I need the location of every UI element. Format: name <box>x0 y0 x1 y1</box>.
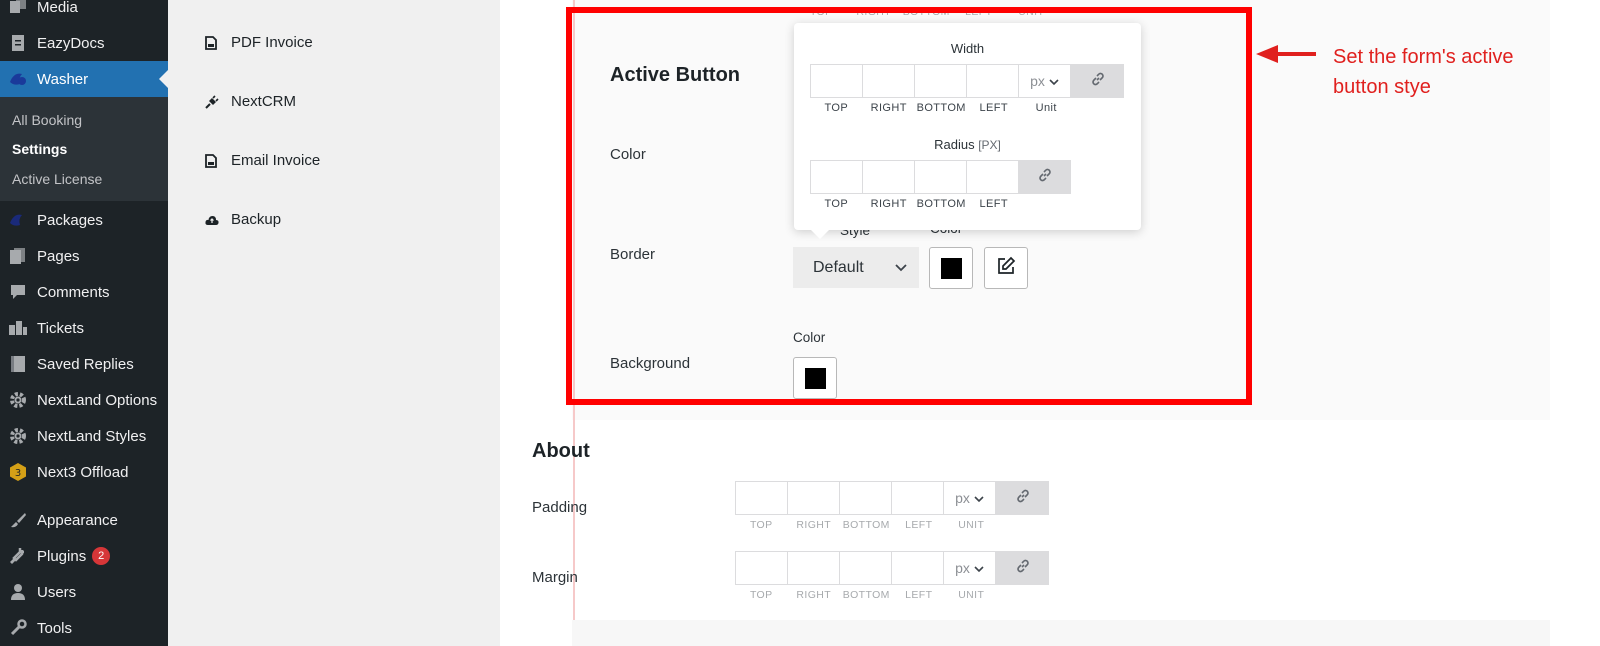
settings-nav-label: PDF Invoice <box>231 34 313 51</box>
tickets-icon <box>8 318 28 338</box>
submenu-settings[interactable]: Settings <box>12 141 67 157</box>
cloud-icon <box>205 214 219 226</box>
padding-field-labels: TOP RIGHT BOTTOM LEFT UNIT <box>749 519 985 531</box>
unit-value: px <box>955 490 970 506</box>
chevron-down-icon <box>974 490 984 506</box>
washer-icon <box>8 69 28 89</box>
next-card-edge <box>572 620 1550 646</box>
sidebar-item-nextland-styles[interactable]: NextLand Styles <box>0 418 168 454</box>
margin-field-labels: TOP RIGHT BOTTOM LEFT UNIT <box>749 589 985 601</box>
sidebar-item-saved-replies[interactable]: Saved Replies <box>0 346 168 382</box>
plugins-update-badge: 2 <box>92 547 111 565</box>
sidebar-item-nextland-options[interactable]: NextLand Options <box>0 382 168 418</box>
sidebar-item-tools[interactable]: Tools <box>0 610 168 646</box>
submenu-all-booking[interactable]: All Booking <box>12 112 82 128</box>
sidebar-item-tickets[interactable]: Tickets <box>0 310 168 346</box>
settings-nav-email-invoice[interactable]: Email Invoice <box>205 152 320 169</box>
padding-link-toggle[interactable] <box>996 481 1049 515</box>
sidebar-item-plugins[interactable]: Plugins 2 <box>0 538 168 574</box>
sidebar-item-label: Next3 Offload <box>37 463 129 481</box>
gear-icon <box>8 390 28 410</box>
margin-left-input[interactable] <box>891 551 944 585</box>
sidebar-item-label: Tickets <box>37 319 84 337</box>
padding-top-input[interactable] <box>735 481 788 515</box>
settings-nav-nextcrm[interactable]: NextCRM <box>205 93 296 110</box>
sidebar-item-users[interactable]: Users <box>0 574 168 610</box>
svg-text:3: 3 <box>15 468 21 479</box>
padding-label: Padding <box>532 499 588 516</box>
settings-nav-label: NextCRM <box>231 93 297 110</box>
plug-icon <box>205 94 219 109</box>
annotation-highlight-box <box>566 7 1252 405</box>
saved-replies-icon <box>8 354 28 374</box>
submenu-active-license[interactable]: Active License <box>12 171 102 187</box>
sidebar-item-label: Plugins <box>37 547 87 565</box>
section-title-about: About <box>532 440 590 462</box>
sidebar-item-media[interactable]: Media <box>0 0 168 25</box>
link-icon <box>1016 489 1030 508</box>
tools-icon <box>8 618 28 638</box>
margin-right-input[interactable] <box>787 551 840 585</box>
margin-link-toggle[interactable] <box>996 551 1049 585</box>
sidebar-item-label: Tools <box>37 619 73 637</box>
padding-unit-select[interactable]: px <box>943 481 996 515</box>
sidebar-item-pages[interactable]: Pages <box>0 238 168 274</box>
sidebar-item-label: Appearance <box>37 511 118 529</box>
washer-submenu: All Booking Settings Active License <box>0 97 168 201</box>
admin-sidebar: Media EazyDocs Washer All Booking Settin… <box>0 0 168 646</box>
sidebar-item-label: Media <box>37 0 78 16</box>
media-icon <box>8 0 28 17</box>
sidebar-item-label: EazyDocs <box>37 34 105 52</box>
margin-unit-select[interactable]: px <box>943 551 996 585</box>
sidebar-item-label: Comments <box>37 283 110 301</box>
pages-icon <box>8 246 28 266</box>
sidebar-item-eazydocs[interactable]: EazyDocs <box>0 25 168 61</box>
screen: Media EazyDocs Washer All Booking Settin… <box>0 0 1600 646</box>
margin-bottom-input[interactable] <box>839 551 892 585</box>
packages-icon <box>8 210 28 230</box>
next3-icon: 3 <box>8 462 28 482</box>
plugin-icon <box>8 546 28 566</box>
paintbrush-icon <box>8 510 28 530</box>
sidebar-item-packages[interactable]: Packages <box>0 202 168 238</box>
settings-nav-label: Email Invoice <box>231 152 321 169</box>
sidebar-item-label: Saved Replies <box>37 355 134 373</box>
settings-nav-backup[interactable]: Backup <box>205 211 281 228</box>
sidebar-item-label: Pages <box>37 247 80 265</box>
gear-icon <box>8 426 28 446</box>
margin-top-input[interactable] <box>735 551 788 585</box>
margin-label: Margin <box>532 569 578 586</box>
annotation-text: Set the form's active button stye <box>1333 46 1514 98</box>
link-icon <box>1016 559 1030 578</box>
unit-value: px <box>955 560 970 576</box>
sidebar-item-label: Packages <box>37 211 103 229</box>
settings-nav-label: Backup <box>231 211 282 228</box>
sidebar-item-label: NextLand Styles <box>37 427 147 445</box>
sidebar-item-label: NextLand Options <box>37 391 158 409</box>
sidebar-item-label: Users <box>37 583 77 601</box>
padding-left-input[interactable] <box>891 481 944 515</box>
sidebar-item-washer[interactable]: Washer <box>0 61 168 97</box>
sidebar-item-next3-offload[interactable]: 3 Next3 Offload <box>0 454 168 490</box>
padding-right-input[interactable] <box>787 481 840 515</box>
users-icon <box>8 582 28 602</box>
document-icon <box>8 33 28 53</box>
padding-bottom-input[interactable] <box>839 481 892 515</box>
file-icon <box>205 153 219 168</box>
settings-nav-pdf-invoice[interactable]: PDF Invoice <box>205 34 313 51</box>
annotation-arrow-icon <box>1256 45 1316 63</box>
sidebar-item-label: Washer <box>37 70 89 88</box>
sidebar-item-comments[interactable]: Comments <box>0 274 168 310</box>
padding-inputs: px <box>735 481 1049 515</box>
comments-icon <box>8 282 28 302</box>
file-icon <box>205 35 219 50</box>
chevron-down-icon <box>974 560 984 576</box>
margin-inputs: px <box>735 551 1049 585</box>
sidebar-item-appearance[interactable]: Appearance <box>0 502 168 538</box>
